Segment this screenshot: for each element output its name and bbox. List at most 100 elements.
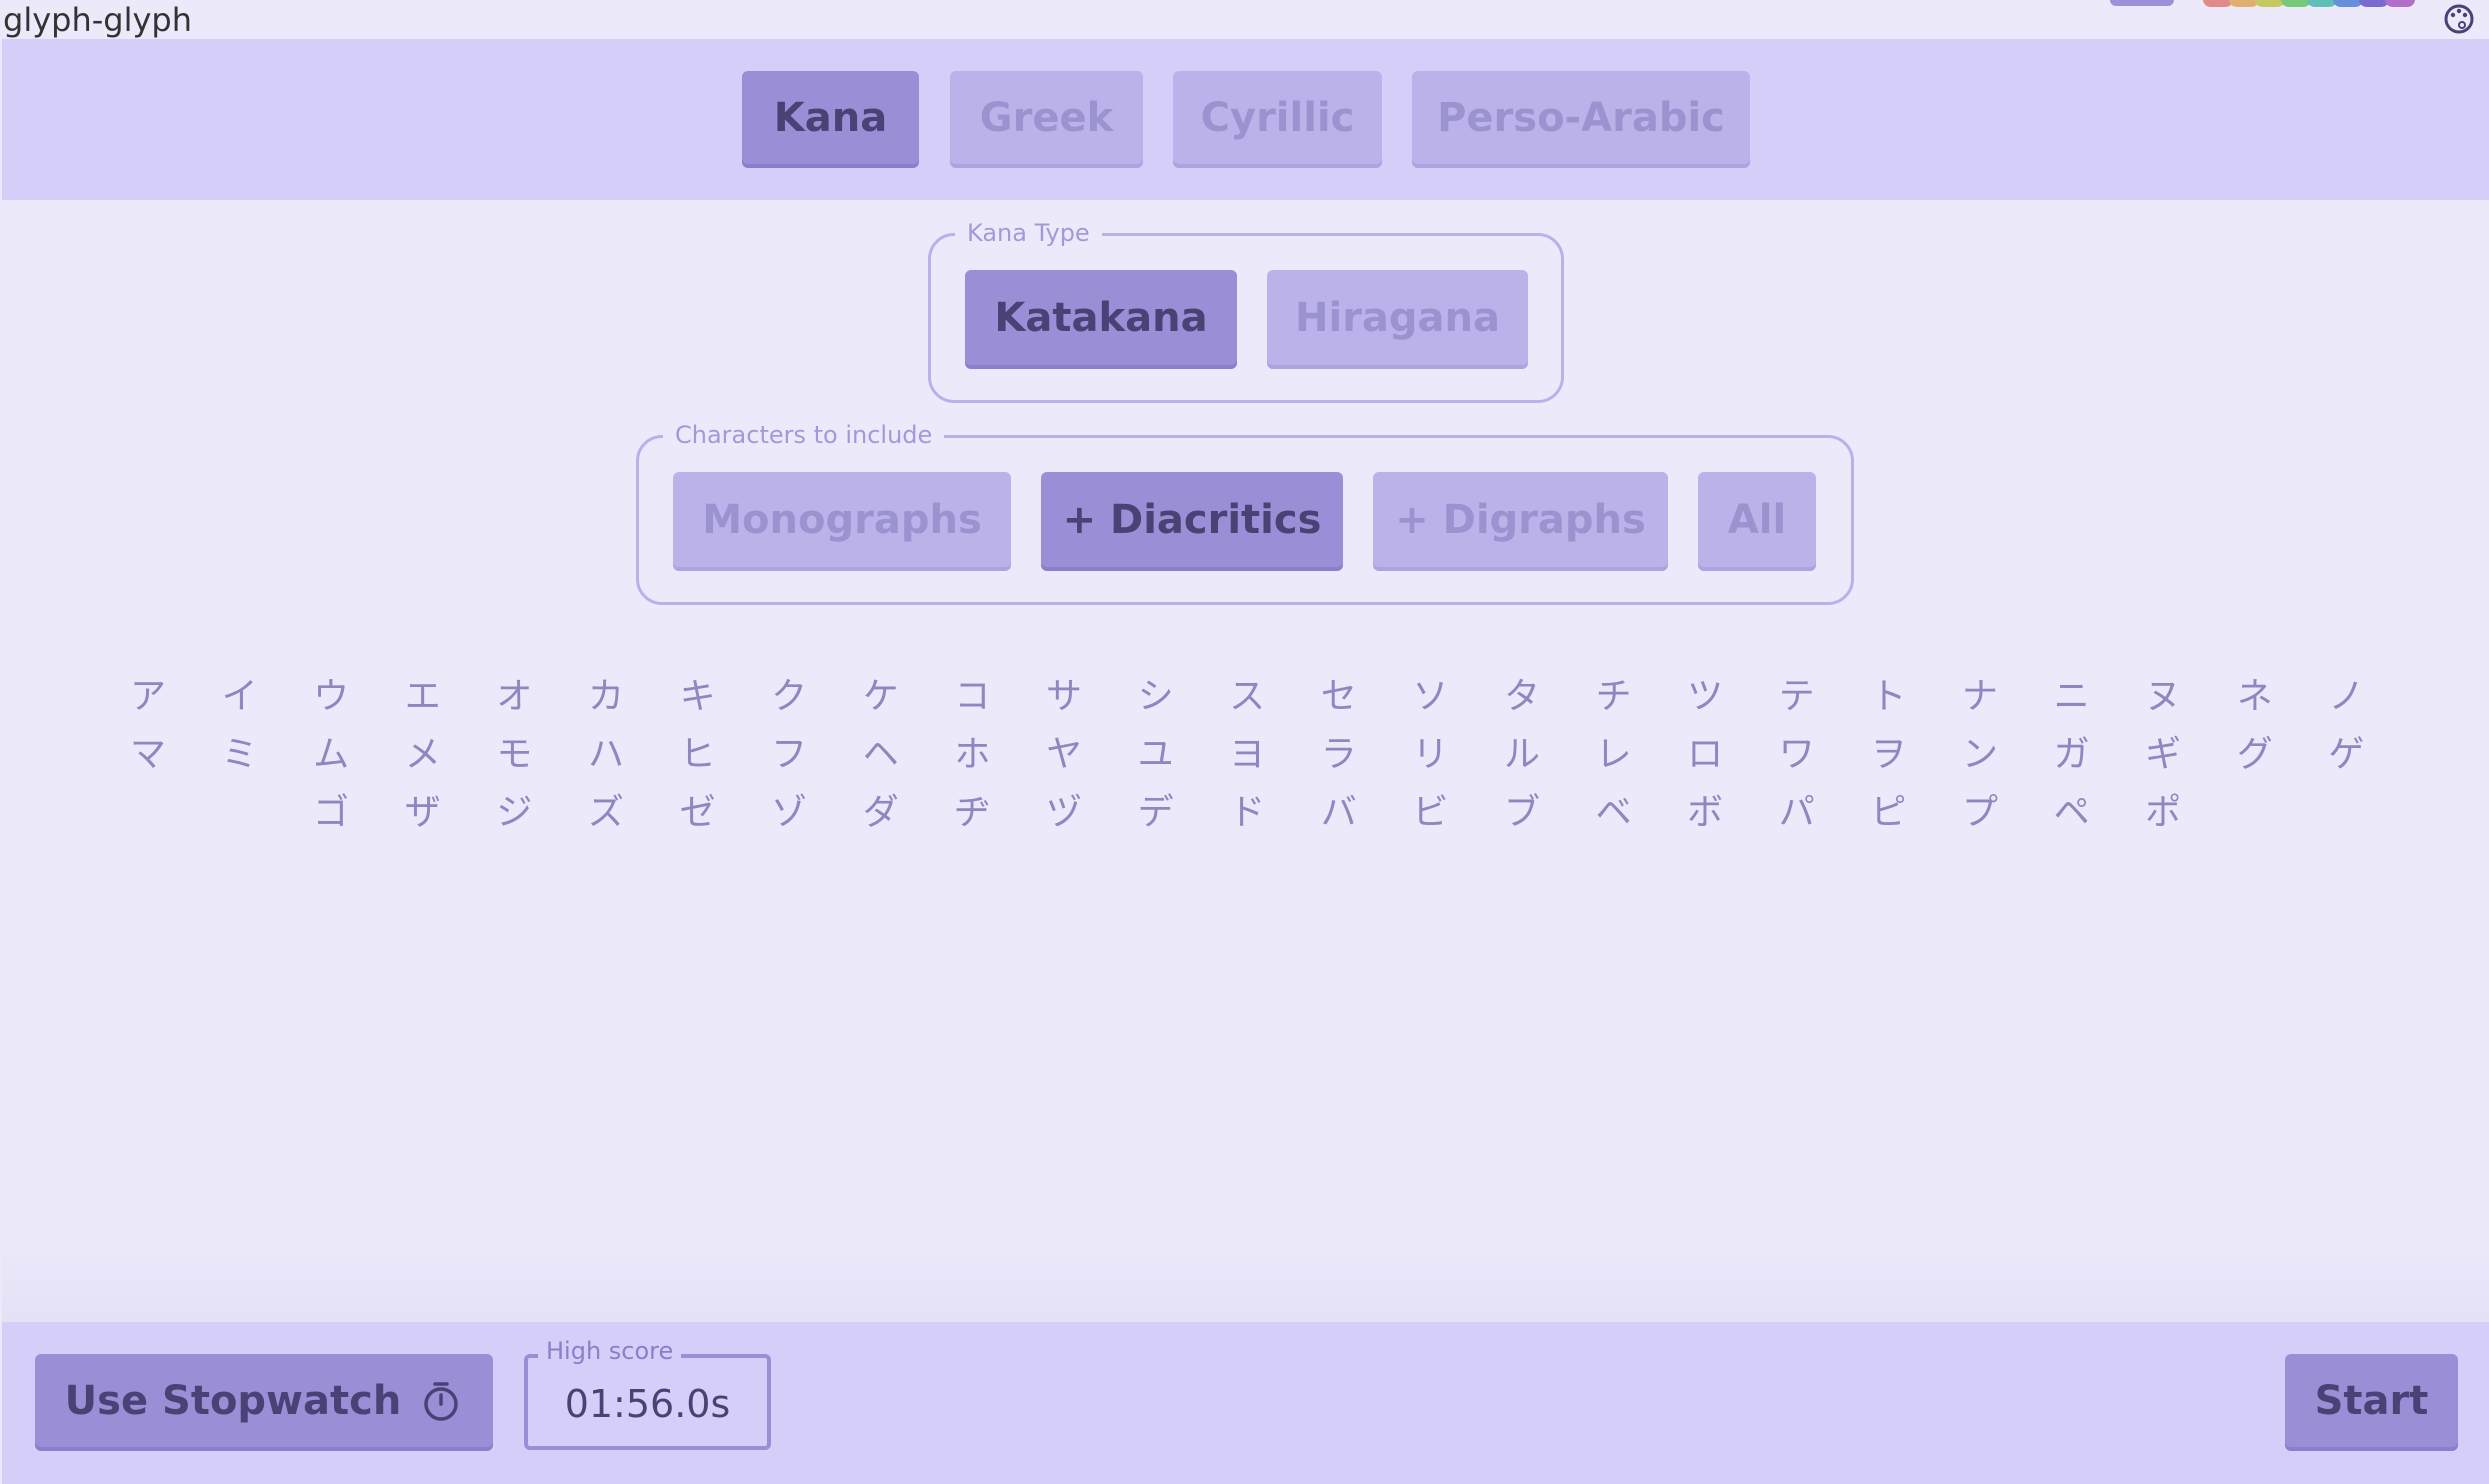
glyph: ワ	[1778, 734, 1815, 775]
glyph: グ	[2236, 734, 2273, 775]
glyph: ム	[313, 734, 350, 775]
glyph: タ	[1503, 676, 1540, 717]
glyph: ク	[771, 676, 808, 717]
glyph: ゲ	[2328, 734, 2365, 775]
glyph: フ	[771, 734, 808, 775]
glyph: ギ	[2145, 734, 2182, 775]
glyph: プ	[1961, 792, 1998, 833]
glyph: チ	[1595, 676, 1632, 717]
glyph: ケ	[862, 676, 899, 717]
glyph: ヤ	[1045, 734, 1082, 775]
glyph: テ	[1778, 676, 1815, 717]
diacritics-button[interactable]: + Diacritics	[1041, 472, 1343, 567]
characters-group: Characters to include Monographs + Diacr…	[636, 420, 1854, 605]
glyph: ソ	[1412, 676, 1449, 717]
glyph: ペ	[2053, 792, 2090, 833]
glyph: ベ	[1595, 792, 1632, 833]
glyph: バ	[1320, 792, 1357, 833]
glyph: ジ	[496, 792, 533, 833]
katakana-button[interactable]: Katakana	[965, 270, 1237, 365]
characters-legend: Characters to include	[663, 420, 945, 450]
glyph: ピ	[1870, 792, 1907, 833]
glyph: ヌ	[2145, 676, 2182, 717]
digraphs-button[interactable]: + Digraphs	[1373, 472, 1668, 567]
glyph: マ	[129, 734, 166, 775]
all-button[interactable]: All	[1698, 472, 1816, 567]
glyph: ツ	[1687, 676, 1724, 717]
tab-cyrillic[interactable]: Cyrillic	[1173, 71, 1382, 164]
glyph: ロ	[1687, 734, 1724, 775]
glyph: ザ	[404, 792, 441, 833]
glyph: ヨ	[1229, 734, 1266, 775]
glyph: サ	[1045, 676, 1082, 717]
glyph: ヘ	[862, 734, 899, 775]
glyph: ヲ	[1870, 734, 1907, 775]
glyph: ネ	[2236, 676, 2273, 717]
glyph: ヂ	[954, 792, 991, 833]
glyph: ラ	[1320, 734, 1357, 775]
glyph: ニ	[2053, 676, 2090, 717]
glyph: イ	[221, 676, 258, 717]
glyph: メ	[404, 734, 441, 775]
glyph: レ	[1595, 734, 1632, 775]
glyph: ン	[1961, 734, 1998, 775]
glyph: ヅ	[1045, 792, 1082, 833]
glyph: リ	[1412, 734, 1449, 775]
stopwatch-icon	[424, 1381, 459, 1421]
palette-icon[interactable]	[2442, 2, 2476, 36]
footer-fade	[2, 1240, 2489, 1322]
high-score-box: High score 01:56.0s	[524, 1336, 771, 1450]
glyph: ビ	[1412, 792, 1449, 833]
glyph: ル	[1503, 734, 1540, 775]
glyph: ガ	[2053, 734, 2090, 775]
glyph: カ	[587, 676, 624, 717]
glyph: パ	[1778, 792, 1815, 833]
glyph: ズ	[587, 792, 624, 833]
high-score-value: 01:56.0s	[564, 1382, 731, 1426]
script-tab-bar: Kana Greek Cyrillic Perso-Arabic	[2, 39, 2489, 200]
tab-perso-arabic[interactable]: Perso-Arabic	[1412, 71, 1750, 164]
glyph: エ	[404, 676, 441, 717]
glyph: ス	[1229, 676, 1266, 717]
glyph: ア	[129, 676, 166, 717]
glyph: オ	[496, 676, 533, 717]
glyph: ボ	[1687, 792, 1724, 833]
glyph: セ	[1320, 676, 1357, 717]
glyph: ウ	[313, 676, 350, 717]
monographs-button[interactable]: Monographs	[673, 472, 1011, 567]
kana-type-legend: Kana Type	[955, 218, 1102, 248]
theme-swatches[interactable]	[2203, 0, 2415, 7]
high-score-label: High score	[538, 1336, 682, 1366]
glyph: キ	[679, 676, 716, 717]
start-button[interactable]: Start	[2285, 1354, 2458, 1447]
kana-type-group: Kana Type Katakana Hiragana	[928, 218, 1564, 403]
hiragana-button[interactable]: Hiragana	[1267, 270, 1528, 365]
footer-bar: Use Stopwatch Start	[2, 1322, 2489, 1484]
glyph: ノ	[2328, 676, 2365, 717]
use-stopwatch-button[interactable]: Use Stopwatch	[35, 1354, 493, 1447]
tab-greek[interactable]: Greek	[950, 71, 1143, 164]
glyph: ト	[1870, 676, 1907, 717]
tab-kana[interactable]: Kana	[742, 71, 919, 164]
glyph: ダ	[862, 792, 899, 833]
stopwatch-label: Use Stopwatch	[64, 1377, 402, 1424]
glyph: ホ	[954, 734, 991, 775]
glyph: モ	[496, 734, 533, 775]
glyph: ポ	[2145, 792, 2182, 833]
theme-swatch[interactable]	[2385, 0, 2415, 7]
glyph: ゾ	[771, 792, 808, 833]
color-swatch[interactable]	[2110, 0, 2174, 6]
glyph: ハ	[587, 734, 624, 775]
glyph: シ	[1137, 676, 1174, 717]
glyph: ド	[1229, 792, 1266, 833]
glyph: ユ	[1137, 734, 1174, 775]
glyph: デ	[1137, 792, 1174, 833]
app-title: glyph-glyph	[3, 1, 193, 39]
glyph: ゴ	[313, 792, 350, 833]
glyph: ミ	[221, 734, 258, 775]
glyph: コ	[954, 676, 991, 717]
glyph: ゼ	[679, 792, 716, 833]
glyph: ヒ	[679, 734, 716, 775]
glyph: ナ	[1961, 676, 1998, 717]
glyph: ブ	[1503, 792, 1540, 833]
